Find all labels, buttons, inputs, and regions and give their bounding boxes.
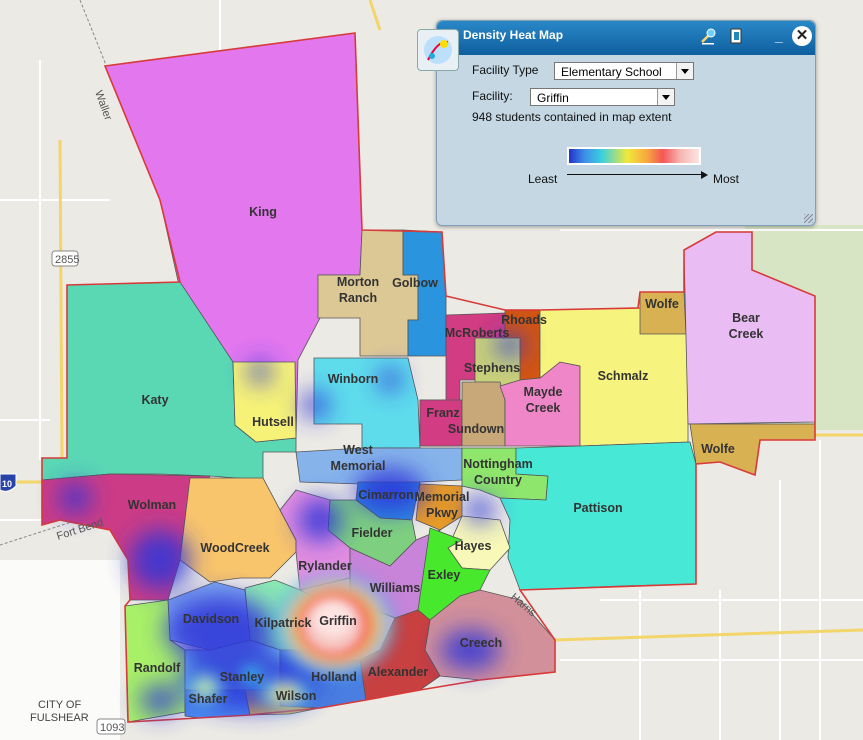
label-williams: Williams [370,581,421,595]
legend-axis-line [567,174,703,175]
panel-title: Density Heat Map [463,28,564,42]
label-rylander: Rylander [298,559,352,573]
label-holland: Holland [311,670,357,684]
label-shafer: Shafer [189,692,228,706]
label-mcroberts: McRoberts [445,326,510,340]
density-heat-map-panel[interactable]: Density Heat Map _ ✕ Facility Type Eleme… [417,20,816,226]
legend-arrow-icon [701,171,708,179]
label-winborn: Winborn [328,372,379,386]
chevron-down-icon[interactable] [657,89,674,105]
label-hayes: Hayes [455,539,492,553]
city-label-2: FULSHEAR [30,712,89,724]
facility-select[interactable]: Griffin [530,88,675,106]
facility-type-value: Elementary School [561,65,662,79]
label-exley: Exley [428,568,461,582]
legend-least-label: Least [528,172,558,186]
resize-grip[interactable] [804,214,813,223]
label-davidson: Davidson [183,612,239,626]
minimize-button[interactable]: _ [775,29,783,43]
facility-label: Facility: [472,89,513,103]
panel-header[interactable]: Density Heat Map _ ✕ [437,21,815,55]
label-stanley: Stanley [220,670,265,684]
label-fielder: Fielder [352,526,393,540]
label-franz: Franz [426,406,459,420]
label-wolman: Wolman [128,498,176,512]
label-hutsell: Hutsell [252,415,294,429]
facility-type-label: Facility Type [472,63,539,77]
legend-most-label: Most [713,172,740,186]
print-icon[interactable] [727,27,745,45]
label-griffin: Griffin [319,614,357,628]
chevron-down-icon[interactable] [676,63,693,79]
label-rhoads: Rhoads [501,313,547,327]
label-pattison: Pattison [573,501,622,515]
i10-label: 10 [2,479,12,489]
label-randolf: Randolf [134,661,181,675]
hwy-1093-label: 1093 [100,722,124,734]
heat-legend-gradient [567,147,701,165]
city-label: CITY OF [38,699,81,711]
label-stephens: Stephens [464,361,520,375]
label-wilson: Wilson [276,689,317,703]
label-golbow: Golbow [392,276,438,290]
label-kilpatrick: Kilpatrick [255,616,312,630]
pin-tool-icon[interactable] [699,27,717,45]
facility-type-select[interactable]: Elementary School [554,62,694,80]
label-alexander: Alexander [368,665,429,679]
label-woodcreek: WoodCreek [200,541,269,555]
close-button[interactable]: ✕ [792,26,812,46]
label-wolfe-south: Wolfe [701,442,735,456]
label-king: King [249,205,277,219]
hwy-2855-label: 2855 [55,254,79,266]
label-cimarron: Cimarron [358,488,414,502]
label-wolfe-north: Wolfe [645,297,679,311]
label-creech: Creech [460,636,502,650]
label-sundown: Sundown [448,422,504,436]
label-schmalz: Schmalz [598,369,649,383]
facility-value: Griffin [537,91,569,105]
student-count-text: 948 students contained in map extent [472,110,672,124]
zone-sundown[interactable] [461,381,506,447]
label-katy: Katy [141,393,168,407]
heatmap-widget-icon [417,29,459,71]
